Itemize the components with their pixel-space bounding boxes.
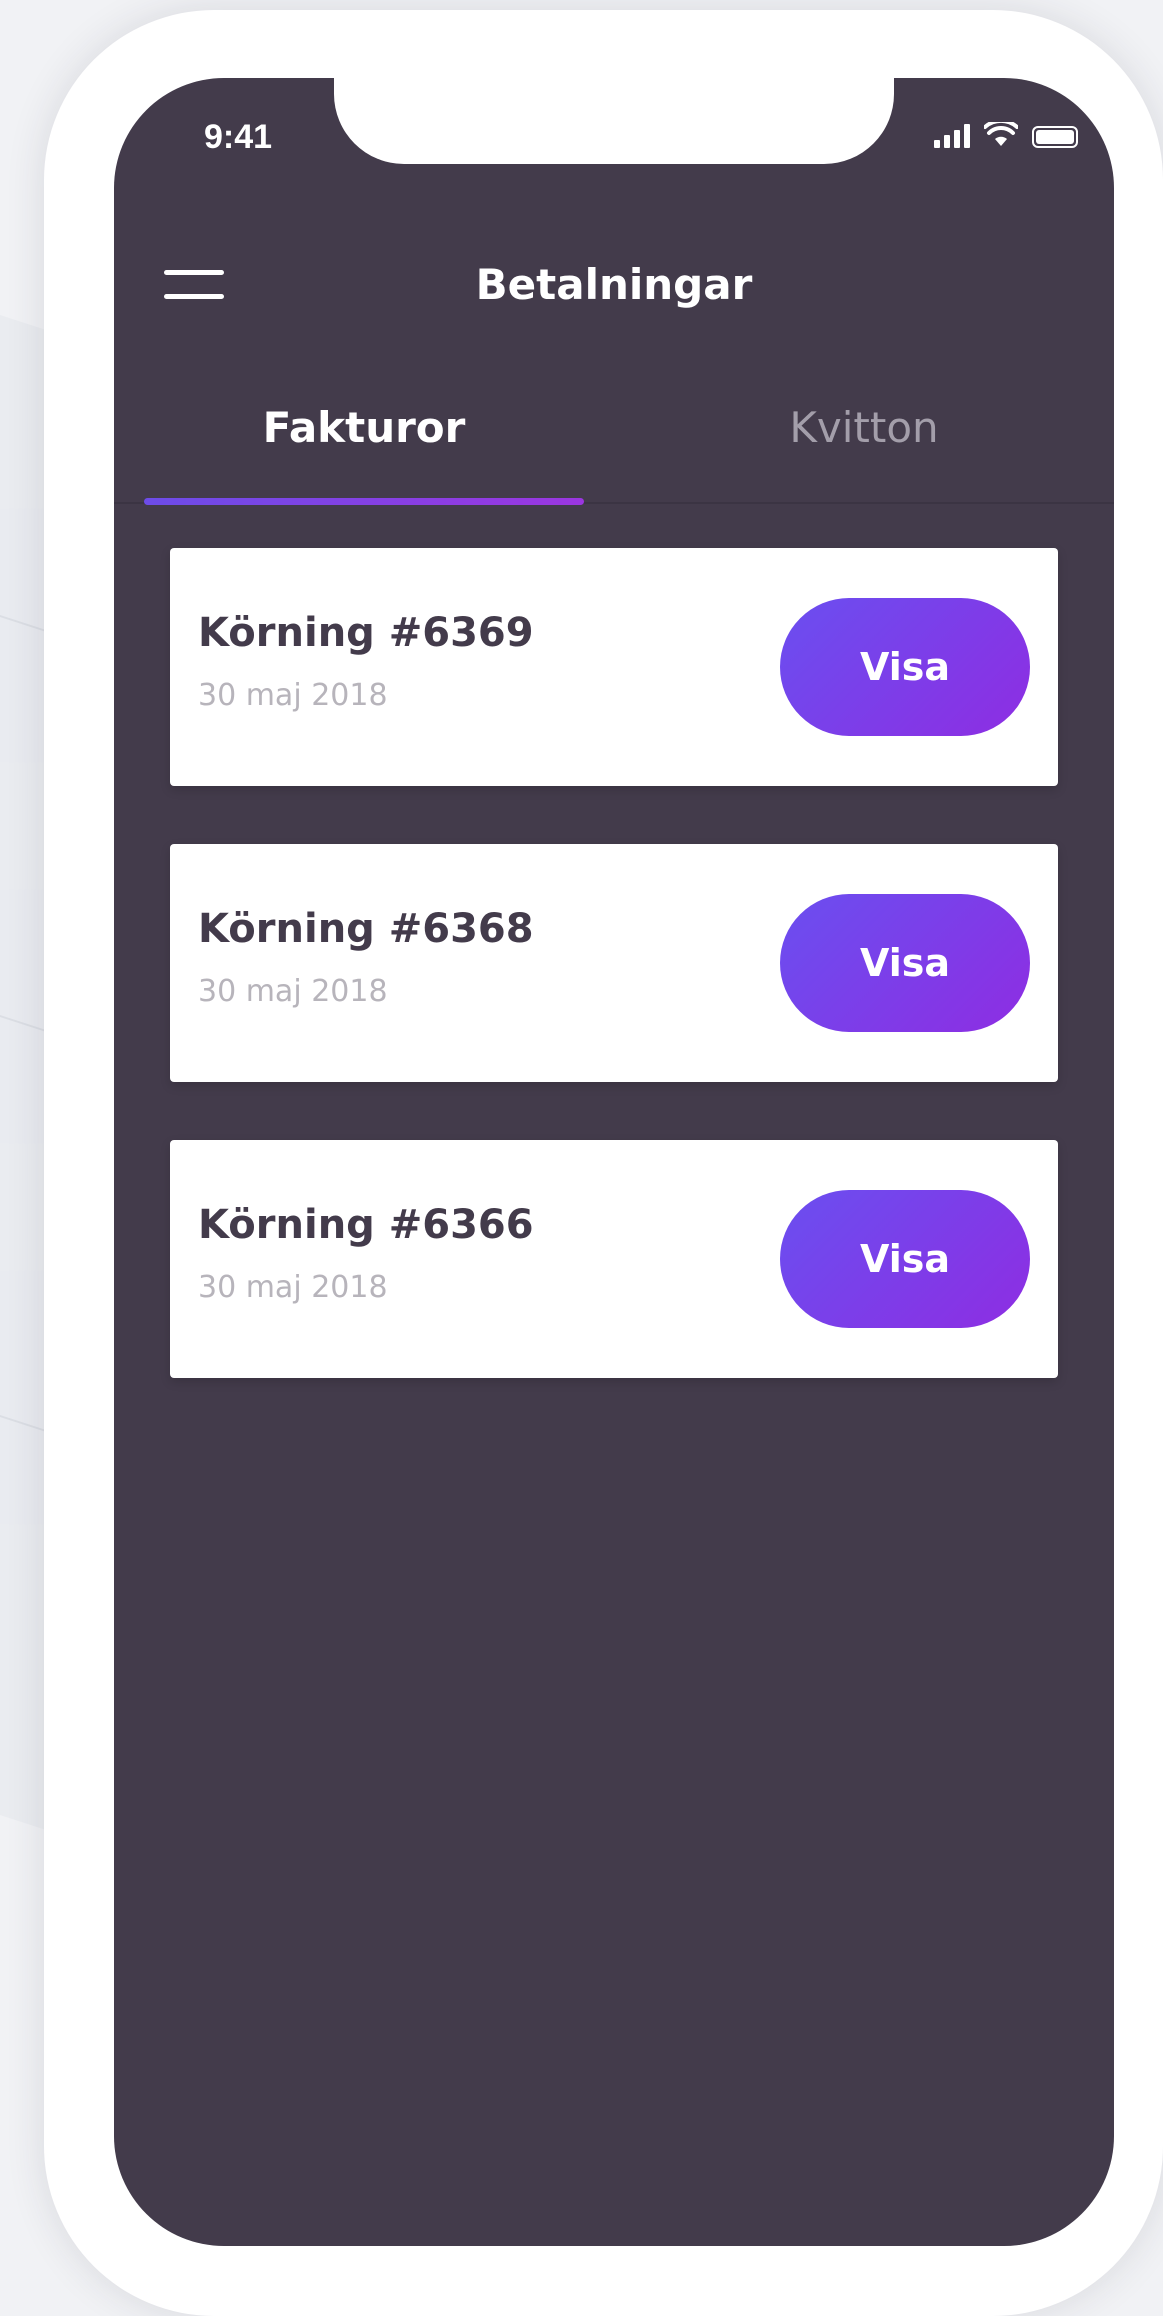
invoice-card: Körning #6369 30 maj 2018 Visa: [170, 548, 1058, 786]
status-time: 9:41: [204, 118, 273, 156]
invoice-title: Körning #6369: [198, 610, 534, 656]
header: Betalningar: [114, 238, 1114, 338]
notch: [334, 78, 894, 164]
invoice-title: Körning #6366: [198, 1202, 534, 1248]
signal-icon: [934, 124, 970, 148]
tab-fakturor[interactable]: Fakturor: [114, 378, 614, 505]
invoice-title: Körning #6368: [198, 906, 534, 952]
view-invoice-button[interactable]: Visa: [780, 1190, 1030, 1328]
page-title: Betalningar: [475, 260, 753, 309]
invoice-date: 30 maj 2018: [198, 974, 388, 1009]
wifi-icon: [984, 122, 1018, 146]
invoice-card: Körning #6366 30 maj 2018 Visa: [170, 1140, 1058, 1378]
view-invoice-button[interactable]: Visa: [780, 598, 1030, 736]
battery-icon: [1032, 126, 1078, 148]
tab-kvitton[interactable]: Kvitton: [614, 378, 1114, 502]
tab-bar: Fakturor Kvitton: [114, 378, 1114, 505]
active-tab-indicator: [144, 498, 584, 505]
tab-label: Fakturor: [262, 403, 466, 452]
tab-label: Kvitton: [789, 403, 939, 452]
status-icons: [934, 122, 1078, 148]
invoice-date: 30 maj 2018: [198, 678, 388, 713]
invoice-date: 30 maj 2018: [198, 1270, 388, 1305]
phone-screen: 9:41 Betalningar Fakturor Kvitton Körnin…: [114, 78, 1114, 2246]
view-invoice-button[interactable]: Visa: [780, 894, 1030, 1032]
invoice-card: Körning #6368 30 maj 2018 Visa: [170, 844, 1058, 1082]
